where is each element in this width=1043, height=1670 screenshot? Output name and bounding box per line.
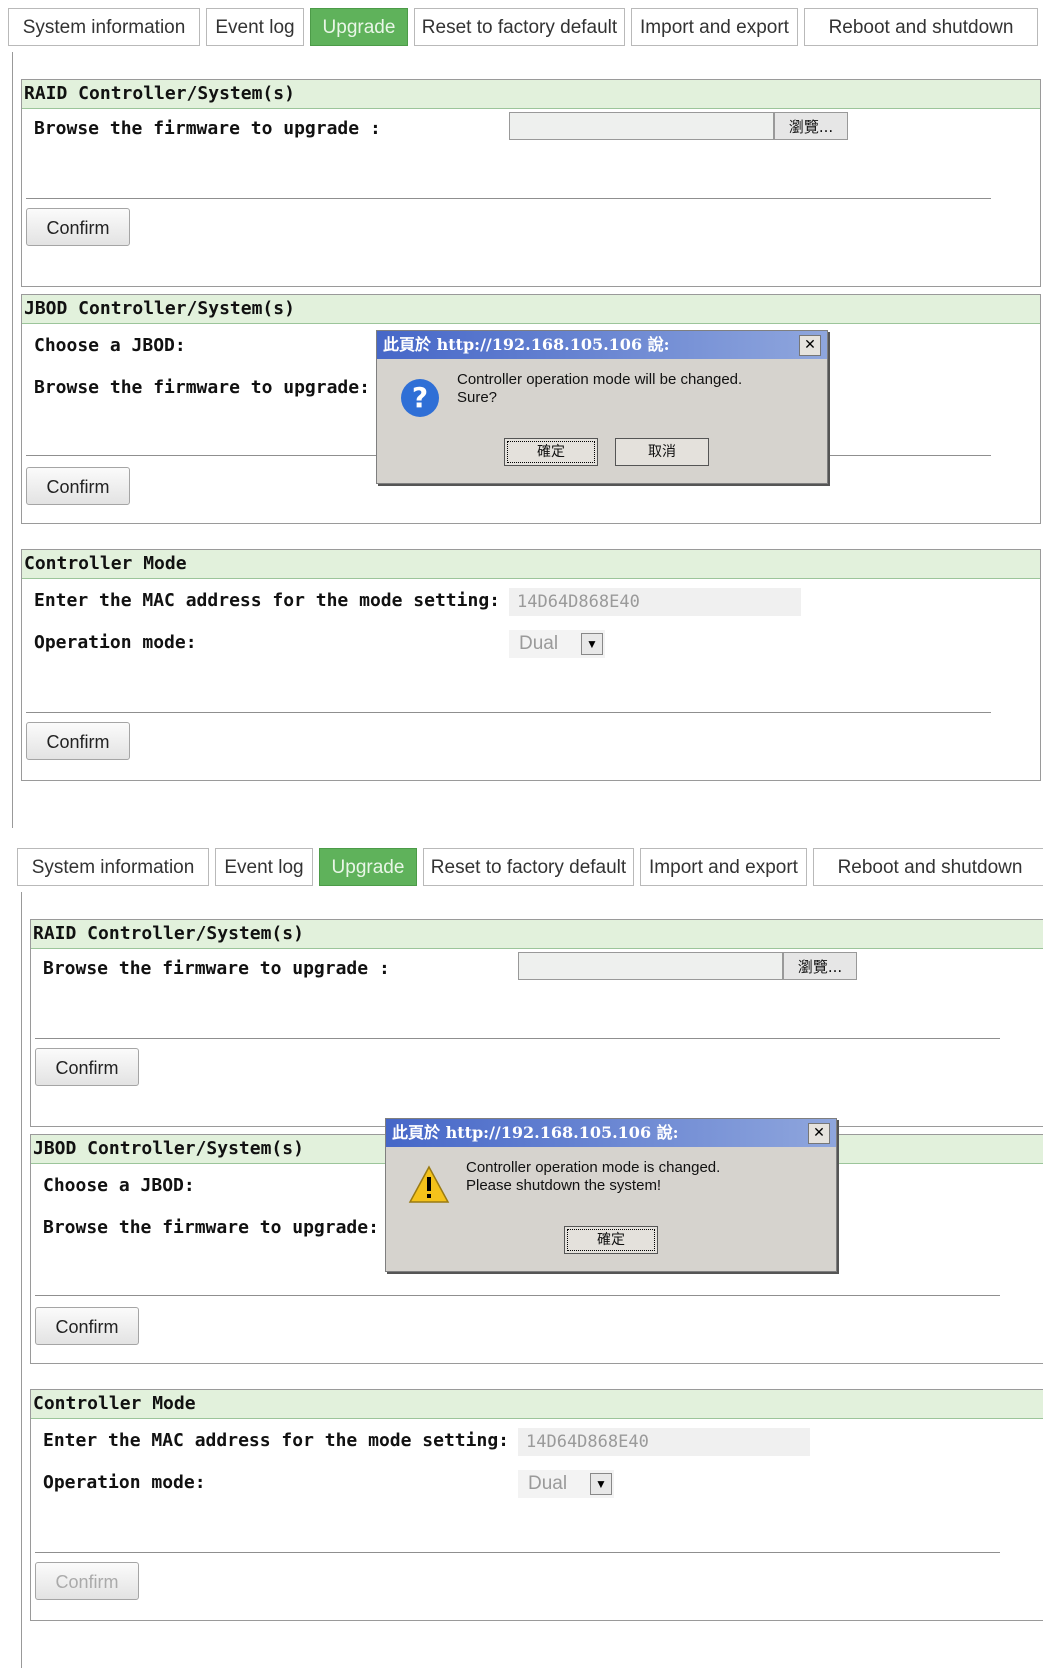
tab-import-export[interactable]: Import and export — [640, 848, 807, 886]
dialog-title: 此頁於 http://192.168.105.106 說: — [383, 335, 670, 354]
raid-browse-button[interactable]: 瀏覽... — [783, 952, 857, 980]
raid-browse-label: Browse the firmware to upgrade : — [43, 958, 390, 979]
dialog-message-line2: Please shutdown the system! — [466, 1177, 662, 1194]
tab-event-log[interactable]: Event log — [215, 848, 313, 886]
dialog-message-line1: Controller operation mode is changed. — [466, 1159, 721, 1176]
controller-mode-section: Controller Mode Enter the MAC address fo… — [21, 549, 1041, 781]
upgrade-content: RAID Controller/System(s) Browse the fir… — [21, 892, 1043, 1668]
dialog-message: Controller operation mode is changed. Pl… — [466, 1159, 720, 1195]
divider — [26, 198, 991, 199]
dialog-title: 此頁於 http://192.168.105.106 說: — [392, 1123, 679, 1142]
raid-file-input[interactable] — [509, 112, 774, 140]
screenshot-top: System information Event log Upgrade Res… — [0, 0, 1043, 830]
dialog-message: Controller operation mode will be change… — [457, 371, 742, 407]
close-icon[interactable]: ✕ — [808, 1123, 830, 1144]
jbod-browse-label: Browse the firmware to upgrade: — [34, 377, 370, 398]
raid-file-input[interactable] — [518, 952, 783, 980]
mac-label: Enter the MAC address for the mode setti… — [43, 1430, 509, 1451]
mac-address-field[interactable]: 14D64D868E40 — [509, 588, 801, 616]
raid-section: RAID Controller/System(s) Browse the fir… — [30, 919, 1043, 1127]
tab-reboot-shutdown[interactable]: Reboot and shutdown — [813, 848, 1043, 886]
tab-reset-factory[interactable]: Reset to factory default — [414, 8, 625, 46]
tab-system-information[interactable]: System information — [17, 848, 209, 886]
mac-address-field[interactable]: 14D64D868E40 — [518, 1428, 810, 1456]
alert-dialog: 此頁於 http://192.168.105.106 說: ✕ Controll… — [385, 1118, 837, 1272]
dialog-message-line1: Controller operation mode will be change… — [457, 371, 743, 388]
divider — [26, 712, 991, 713]
screenshot-bottom: System information Event log Upgrade Res… — [9, 840, 1043, 1670]
dialog-message-line2: Sure? — [457, 389, 498, 406]
question-icon: ? — [401, 379, 439, 417]
tab-upgrade[interactable]: Upgrade — [319, 848, 417, 886]
operation-mode-value: Dual — [519, 633, 559, 654]
close-icon[interactable]: ✕ — [799, 335, 821, 356]
divider — [35, 1552, 1000, 1553]
operation-mode-label: Operation mode: — [43, 1472, 206, 1493]
mode-confirm-button[interactable]: Confirm — [35, 1562, 139, 1600]
tab-reset-factory[interactable]: Reset to factory default — [423, 848, 634, 886]
jbod-confirm-button[interactable]: Confirm — [26, 467, 130, 505]
tab-import-export[interactable]: Import and export — [631, 8, 798, 46]
jbod-section-title: JBOD Controller/System(s) — [22, 295, 1040, 324]
dialog-title-bar: 此頁於 http://192.168.105.106 說: ✕ — [386, 1119, 836, 1147]
controller-mode-title: Controller Mode — [31, 1390, 1043, 1419]
tab-upgrade[interactable]: Upgrade — [310, 8, 408, 46]
jbod-browse-label: Browse the firmware to upgrade: — [43, 1217, 379, 1238]
jbod-confirm-button[interactable]: Confirm — [35, 1307, 139, 1345]
tab-system-information[interactable]: System information — [8, 8, 200, 46]
jbod-choose-label: Choose a JBOD: — [34, 335, 186, 356]
raid-confirm-button[interactable]: Confirm — [35, 1048, 139, 1086]
mac-label: Enter the MAC address for the mode setti… — [34, 590, 500, 611]
dialog-title-bar: 此頁於 http://192.168.105.106 說: ✕ — [377, 331, 827, 359]
tab-bar: System information Event log Upgrade Res… — [17, 848, 1043, 888]
confirm-dialog: 此頁於 http://192.168.105.106 說: ✕ ? Contro… — [376, 330, 828, 484]
raid-browse-button[interactable]: 瀏覽... — [774, 112, 848, 140]
raid-section-title: RAID Controller/System(s) — [22, 80, 1040, 109]
raid-section-title: RAID Controller/System(s) — [31, 920, 1043, 949]
jbod-choose-label: Choose a JBOD: — [43, 1175, 195, 1196]
tab-event-log[interactable]: Event log — [206, 8, 304, 46]
warning-icon — [408, 1165, 450, 1205]
dropdown-arrow-icon[interactable]: ▼ — [581, 633, 603, 655]
tab-bar: System information Event log Upgrade Res… — [8, 8, 1038, 48]
raid-section: RAID Controller/System(s) Browse the fir… — [21, 79, 1041, 287]
divider — [35, 1038, 1000, 1039]
dialog-cancel-button[interactable]: 取消 — [615, 438, 709, 466]
raid-confirm-button[interactable]: Confirm — [26, 208, 130, 246]
dialog-ok-button[interactable]: 確定 — [564, 1226, 658, 1254]
operation-mode-value: Dual — [528, 1473, 568, 1494]
controller-mode-title: Controller Mode — [22, 550, 1040, 579]
dialog-ok-button[interactable]: 確定 — [504, 438, 598, 466]
mode-confirm-button[interactable]: Confirm — [26, 722, 130, 760]
controller-mode-section: Controller Mode Enter the MAC address fo… — [30, 1389, 1043, 1621]
operation-mode-select[interactable]: Dual ▼ — [518, 1470, 614, 1498]
raid-browse-label: Browse the firmware to upgrade : — [34, 118, 381, 139]
dropdown-arrow-icon[interactable]: ▼ — [590, 1473, 612, 1495]
operation-mode-select[interactable]: Dual ▼ — [509, 630, 605, 658]
operation-mode-label: Operation mode: — [34, 632, 197, 653]
tab-reboot-shutdown[interactable]: Reboot and shutdown — [804, 8, 1038, 46]
divider — [35, 1295, 1000, 1296]
